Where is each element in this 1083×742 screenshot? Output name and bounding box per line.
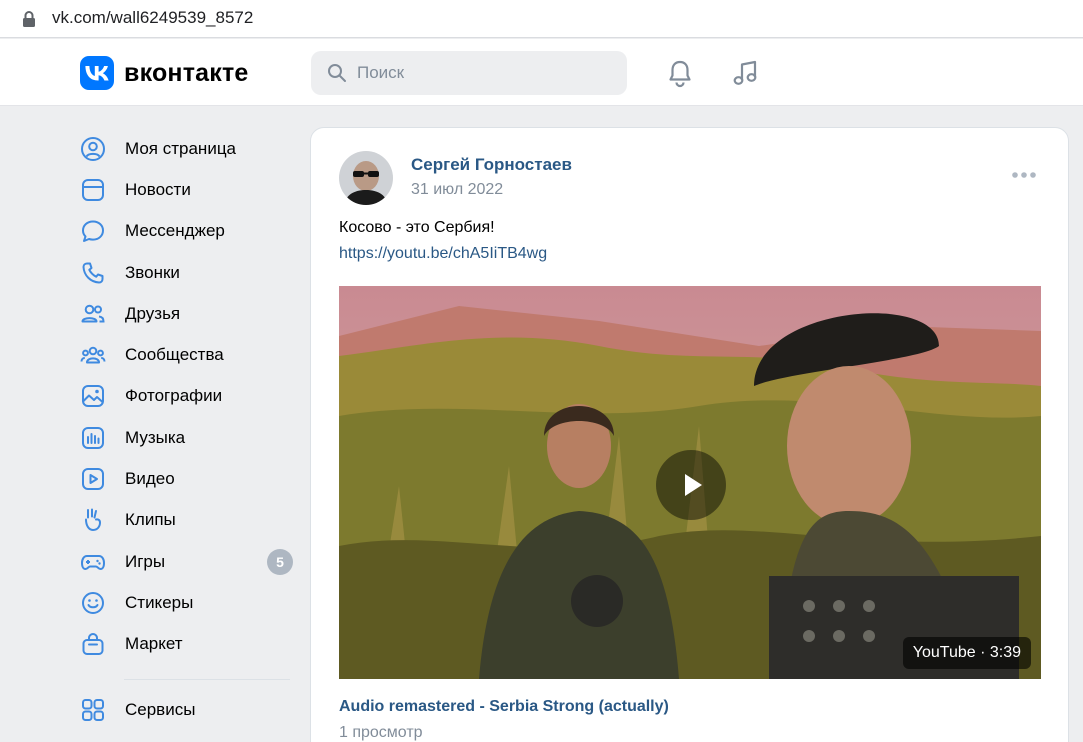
- video-icon: [80, 462, 114, 496]
- photo-icon: [80, 379, 114, 413]
- play-icon: [685, 474, 702, 496]
- music-icon: [80, 421, 114, 455]
- post-link[interactable]: https://youtu.be/chA5IiTB4wg: [339, 245, 547, 263]
- top-header: вконтакте: [0, 39, 1083, 106]
- sidebar-item-calls[interactable]: Звонки: [80, 252, 295, 293]
- play-button[interactable]: [656, 450, 726, 520]
- sidebar-item-services[interactable]: Сервисы: [80, 689, 295, 730]
- search-icon: [328, 64, 346, 82]
- video-source-duration-badge: YouTube · 3:39: [902, 637, 1031, 669]
- sidebar-item-label: Видео: [125, 469, 175, 489]
- friends-icon: [80, 297, 114, 331]
- sidebar-item-messenger[interactable]: Мессенджер: [80, 211, 295, 252]
- sidebar-item-label: Новости: [125, 179, 191, 199]
- sidebar-item-news[interactable]: Новости: [80, 169, 295, 210]
- url-text[interactable]: vk.com/wall6249539_8572: [52, 8, 253, 28]
- services-icon: [80, 693, 114, 727]
- games-count-badge: 5: [267, 548, 293, 575]
- news-icon: [80, 173, 114, 207]
- sidebar-divider: [124, 678, 290, 680]
- author-avatar[interactable]: [339, 151, 393, 205]
- sidebar-item-label: Моя страница: [125, 138, 237, 158]
- video-title[interactable]: Audio remastered - Serbia Strong (actual…: [339, 698, 669, 716]
- message-icon: [80, 214, 114, 248]
- phone-icon: [80, 256, 114, 290]
- sidebar-item-label: Сервисы: [125, 699, 196, 719]
- browser-address-bar[interactable]: vk.com/wall6249539_8572: [0, 0, 1083, 38]
- sidebar-item-clips[interactable]: Клипы: [80, 500, 295, 541]
- search-box[interactable]: [311, 51, 627, 95]
- bell-icon[interactable]: [664, 57, 696, 89]
- sidebar-item-label: Клипы: [125, 510, 176, 530]
- post-author-name[interactable]: Сергей Горностаев: [411, 155, 572, 175]
- sidebar-item-label: Маркет: [125, 634, 183, 654]
- sidebar-item-stickers[interactable]: Стикеры: [80, 582, 295, 623]
- left-sidebar: Моя страница Новости Мессенджер Звонки Д…: [80, 128, 295, 730]
- clips-icon: [80, 503, 114, 537]
- search-input[interactable]: [357, 51, 617, 95]
- sidebar-item-label: Друзья: [125, 303, 181, 323]
- smile-icon: [80, 586, 114, 620]
- sidebar-item-label: Музыка: [125, 427, 186, 447]
- sidebar-item-label: Звонки: [125, 262, 180, 282]
- user-circle-icon: [80, 132, 114, 166]
- sidebar-item-market[interactable]: Маркет: [80, 624, 295, 665]
- sidebar-item-communities[interactable]: Сообщества: [80, 334, 295, 375]
- more-options-icon[interactable]: [1011, 171, 1037, 179]
- logo-text: вконтакте: [124, 58, 249, 87]
- sidebar-item-music[interactable]: Музыка: [80, 417, 295, 458]
- video-player[interactable]: YouTube · 3:39: [339, 286, 1041, 679]
- sidebar-item-video[interactable]: Видео: [80, 458, 295, 499]
- wall-post: Сергей Горностаев 31 июл 2022 Косово - э…: [310, 127, 1069, 742]
- gamepad-icon: [80, 545, 114, 579]
- sidebar-item-friends[interactable]: Друзья: [80, 293, 295, 334]
- sidebar-item-label: Фотографии: [125, 386, 223, 406]
- sidebar-item-label: Игры: [125, 551, 166, 571]
- music-note-icon[interactable]: [730, 57, 762, 89]
- sidebar-item-label: Мессенджер: [125, 221, 225, 241]
- sidebar-item-label: Стикеры: [125, 592, 194, 612]
- sidebar-item-my-page[interactable]: Моя страница: [80, 128, 295, 169]
- vk-logo-icon: [80, 56, 114, 90]
- sidebar-item-games[interactable]: Игры 5: [80, 541, 295, 582]
- video-views: 1 просмотр: [339, 724, 423, 741]
- bag-icon: [80, 627, 114, 661]
- vk-logo[interactable]: вконтакте: [80, 56, 249, 90]
- communities-icon: [80, 338, 114, 372]
- lock-icon: [23, 11, 35, 27]
- sidebar-item-label: Сообщества: [125, 345, 224, 365]
- sidebar-item-photos[interactable]: Фотографии: [80, 376, 295, 417]
- post-date[interactable]: 31 июл 2022: [411, 181, 503, 199]
- post-text: Косово - это Сербия!: [339, 219, 495, 236]
